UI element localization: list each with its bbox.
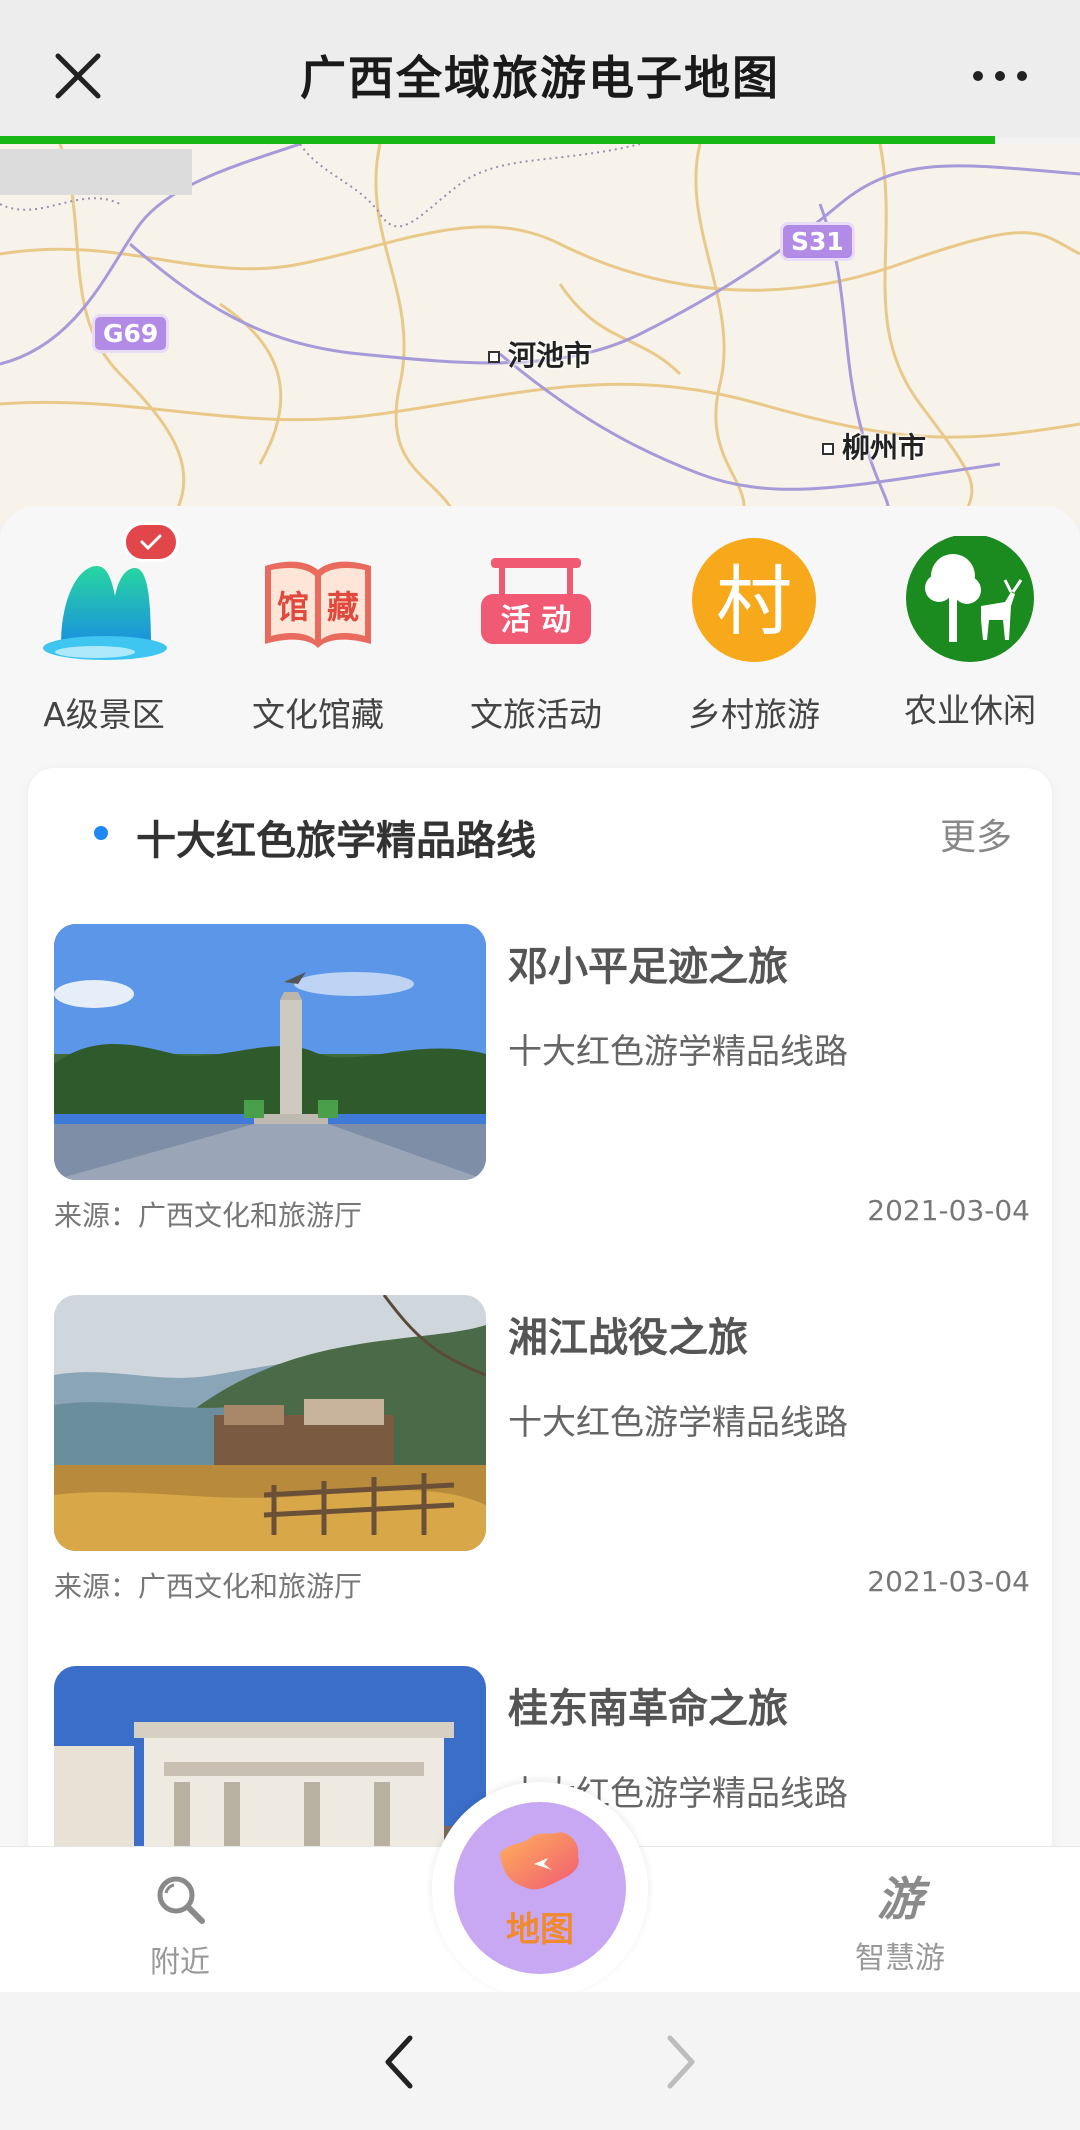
city-label-liuzhou[interactable]: 柳州市 [822, 426, 926, 466]
category-label: 文旅活动 [470, 695, 602, 734]
content-sheet: A级景区 馆 藏 文化馆藏 活 动 文旅活动 村 乡村旅游 农业休闲 十大红色旅… [0, 506, 1080, 1868]
back-arrow-icon[interactable] [380, 2032, 420, 2092]
tab-label: 智慧游 [855, 1941, 945, 1976]
route-name: 桂东南革命之旅 [508, 1686, 788, 1732]
museum-collection-icon: 馆 藏 [253, 536, 383, 666]
more-icon[interactable] [972, 66, 1028, 86]
section-header: 十大红色旅学精品路线 更多 [28, 768, 1052, 898]
scenic-area-icon [39, 522, 179, 666]
city-label-hechi[interactable]: 河池市 [488, 334, 592, 374]
route-source: 来源：广西文化和旅游厅 [54, 1199, 363, 1232]
route-subtitle: 十大红色游学精品线路 [508, 1403, 848, 1443]
section-title: 十大红色旅学精品路线 [136, 818, 536, 864]
page-title: 广西全域旅游电子地图 [300, 51, 780, 105]
highway-shield-s31: S31 [780, 222, 855, 261]
category-label: 农业休闲 [904, 691, 1036, 730]
map-center-button[interactable]: 地图 [454, 1802, 626, 1974]
city-marker-icon [488, 351, 500, 363]
map-view[interactable]: G69 S31 河池市 柳州市 [0, 144, 1080, 524]
list-item[interactable]: 邓小平足迹之旅 十大红色游学精品线路 来源：广西文化和旅游厅 2021-03-0… [54, 924, 1030, 1254]
museum-icon-text-1: 馆 [277, 588, 309, 626]
category-rural-tourism[interactable]: 村 乡村旅游 [654, 536, 854, 736]
more-link[interactable]: 更多 [940, 808, 1012, 860]
highway-shield-g69: G69 [92, 314, 170, 353]
list-item[interactable]: 湘江战役之旅 十大红色游学精品线路 来源：广西文化和旅游厅 2021-03-04 [54, 1295, 1030, 1625]
category-agriculture-leisure[interactable]: 农业休闲 [870, 534, 1070, 732]
check-badge-icon [123, 522, 179, 562]
top-nav-bar: 广西全域旅游电子地图 [0, 0, 1080, 138]
browser-nav-bar [0, 1992, 1080, 2130]
bullet-dot-icon [94, 826, 108, 840]
forward-arrow-icon[interactable] [660, 2032, 700, 2092]
category-museum-collection[interactable]: 馆 藏 文化馆藏 [218, 536, 418, 736]
agriculture-icon [905, 534, 1035, 666]
village-icon: 村 [689, 536, 819, 666]
map-overlay-panel [0, 149, 192, 195]
guangxi-map-icon [500, 1832, 579, 1890]
museum-icon-text-2: 藏 [327, 588, 359, 626]
culture-event-icon: 活 动 [471, 536, 601, 666]
route-subtitle: 十大红色游学精品线路 [508, 1032, 848, 1072]
route-date: 2021-03-04 [867, 1194, 1030, 1227]
route-name: 邓小平足迹之旅 [508, 944, 788, 990]
route-thumbnail[interactable] [54, 1666, 486, 1868]
village-icon-text: 村 [716, 557, 792, 646]
tab-label: 附近 [150, 1945, 210, 1980]
city-marker-icon [822, 443, 834, 455]
search-icon [157, 1876, 205, 1924]
category-row: A级景区 馆 藏 文化馆藏 活 动 文旅活动 村 乡村旅游 农业休闲 [0, 522, 1080, 734]
map-button-label: 地图 [506, 1910, 574, 1950]
tab-smart-tour[interactable]: 游 智慧游 [800, 1871, 1000, 1977]
route-name: 湘江战役之旅 [508, 1315, 748, 1361]
tab-nearby[interactable]: 附近 [80, 1871, 280, 1981]
red-route-card: 十大红色旅学精品路线 更多 邓小平足迹之旅 十大红色游学精品线路 来源：广西文化… [28, 768, 1052, 1868]
event-icon-text: 活 动 [501, 603, 571, 638]
route-source: 来源：广西文化和旅游厅 [54, 1570, 363, 1603]
category-culture-event[interactable]: 活 动 文旅活动 [436, 536, 636, 736]
smart-tour-icon: 游 [877, 1872, 923, 1926]
category-label: 文化馆藏 [252, 695, 384, 734]
route-thumbnail[interactable] [54, 924, 486, 1180]
category-label: A级景区 [43, 695, 165, 734]
route-date: 2021-03-04 [867, 1565, 1030, 1598]
category-label: 乡村旅游 [688, 695, 820, 734]
route-thumbnail[interactable] [54, 1295, 486, 1551]
loading-progress-bar [0, 136, 995, 144]
category-a-level-scenic[interactable]: A级景区 [4, 522, 204, 736]
